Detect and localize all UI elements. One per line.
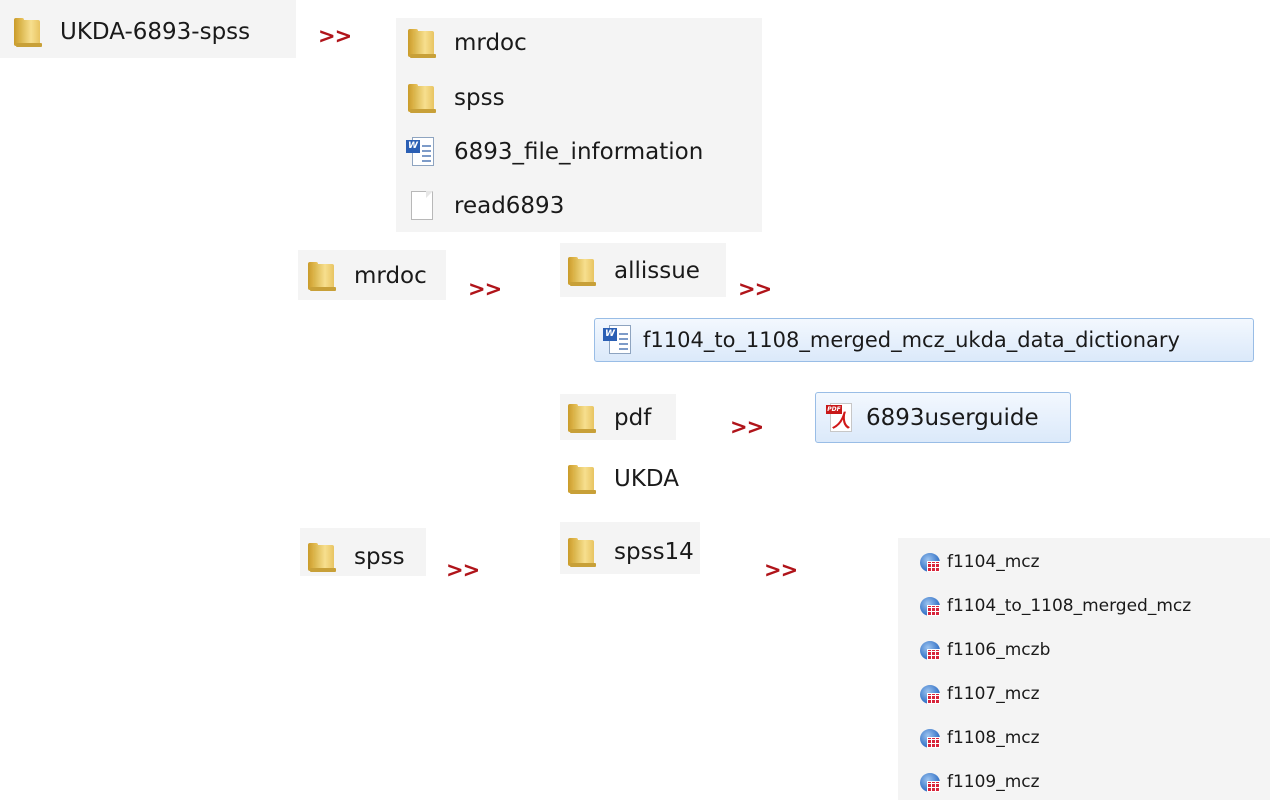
file-f1104-to-1108-merged-mcz-ukda-data-dictionary[interactable]: W f1104_to_1108_merged_mcz_ukda_data_dic… — [594, 318, 1254, 362]
word-document-icon: W — [406, 137, 440, 167]
file-label: 6893_file_information — [454, 139, 704, 165]
spss-data-file-icon — [919, 727, 941, 749]
pdf-icon: PDF 人 — [824, 402, 858, 433]
folder-icon — [306, 261, 340, 291]
folder-label: mrdoc — [454, 30, 527, 56]
spss14-files-panel — [898, 538, 1270, 800]
arrow-indicator: >> — [730, 415, 764, 439]
file-f1107-mcz[interactable]: f1107_mcz — [919, 680, 1040, 708]
file-label: read6893 — [454, 193, 565, 219]
folder-spss[interactable]: spss — [406, 79, 505, 117]
folder-icon — [566, 256, 600, 286]
file-label: f1104_mcz — [947, 552, 1040, 572]
file-label: f1107_mcz — [947, 684, 1040, 704]
file-f1104-to-1108-merged-mcz[interactable]: f1104_to_1108_merged_mcz — [919, 592, 1191, 620]
arrow-indicator: >> — [738, 277, 772, 301]
spss-data-file-icon — [919, 639, 941, 661]
folder-pdf[interactable]: pdf — [566, 399, 651, 437]
folder-label: UKDA-6893-spss — [60, 19, 251, 45]
folder-ukda[interactable]: UKDA — [566, 460, 679, 498]
folder-icon — [566, 464, 600, 494]
file-f1104-mcz[interactable]: f1104_mcz — [919, 548, 1040, 576]
folder-icon — [566, 403, 600, 433]
folder-label: mrdoc — [354, 263, 427, 289]
spss-data-file-icon — [919, 551, 941, 573]
folder-label: UKDA — [614, 466, 679, 492]
text-file-icon — [406, 191, 440, 221]
folder-allissue[interactable]: allissue — [566, 252, 700, 290]
arrow-indicator: >> — [446, 558, 480, 582]
file-f1106-mczb[interactable]: f1106_mczb — [919, 636, 1050, 664]
folder-label: spss14 — [614, 539, 694, 565]
file-label: 6893userguide — [866, 404, 1039, 431]
folder-icon — [406, 28, 440, 58]
folder-label: spss — [454, 85, 505, 111]
file-label: f1104_to_1108_merged_mcz_ukda_data_dicti… — [643, 328, 1180, 352]
file-f1108-mcz[interactable]: f1108_mcz — [919, 724, 1040, 752]
spss-data-file-icon — [919, 595, 941, 617]
folder-label: spss — [354, 544, 405, 570]
spss-data-file-icon — [919, 683, 941, 705]
arrow-indicator: >> — [764, 558, 798, 582]
file-f1109-mcz[interactable]: f1109_mcz — [919, 768, 1040, 796]
folder-spss14[interactable]: spss14 — [566, 533, 694, 571]
word-document-icon: W — [603, 325, 637, 355]
file-read6893[interactable]: read6893 — [406, 187, 564, 225]
file-label: f1109_mcz — [947, 772, 1040, 792]
folder-icon — [306, 542, 340, 572]
file-label: f1108_mcz — [947, 728, 1040, 748]
arrow-indicator: >> — [318, 24, 352, 48]
folder-icon — [12, 17, 46, 47]
folder-mrdoc[interactable]: mrdoc — [406, 24, 527, 62]
folder-mrdoc-expanded[interactable]: mrdoc — [306, 257, 427, 295]
file-6893userguide[interactable]: PDF 人 6893userguide — [815, 392, 1071, 443]
folder-ukda-6893-spss[interactable]: UKDA-6893-spss — [12, 13, 250, 51]
folder-label: pdf — [614, 405, 652, 431]
folder-label: allissue — [614, 258, 700, 284]
folder-icon — [406, 83, 440, 113]
folder-spss-expanded[interactable]: spss — [306, 538, 405, 576]
file-label: f1106_mczb — [947, 640, 1051, 660]
arrow-indicator: >> — [468, 277, 502, 301]
file-label: f1104_to_1108_merged_mcz — [947, 596, 1192, 616]
folder-icon — [566, 537, 600, 567]
spss-data-file-icon — [919, 771, 941, 793]
file-6893-file-information[interactable]: W 6893_file_information — [406, 133, 703, 171]
